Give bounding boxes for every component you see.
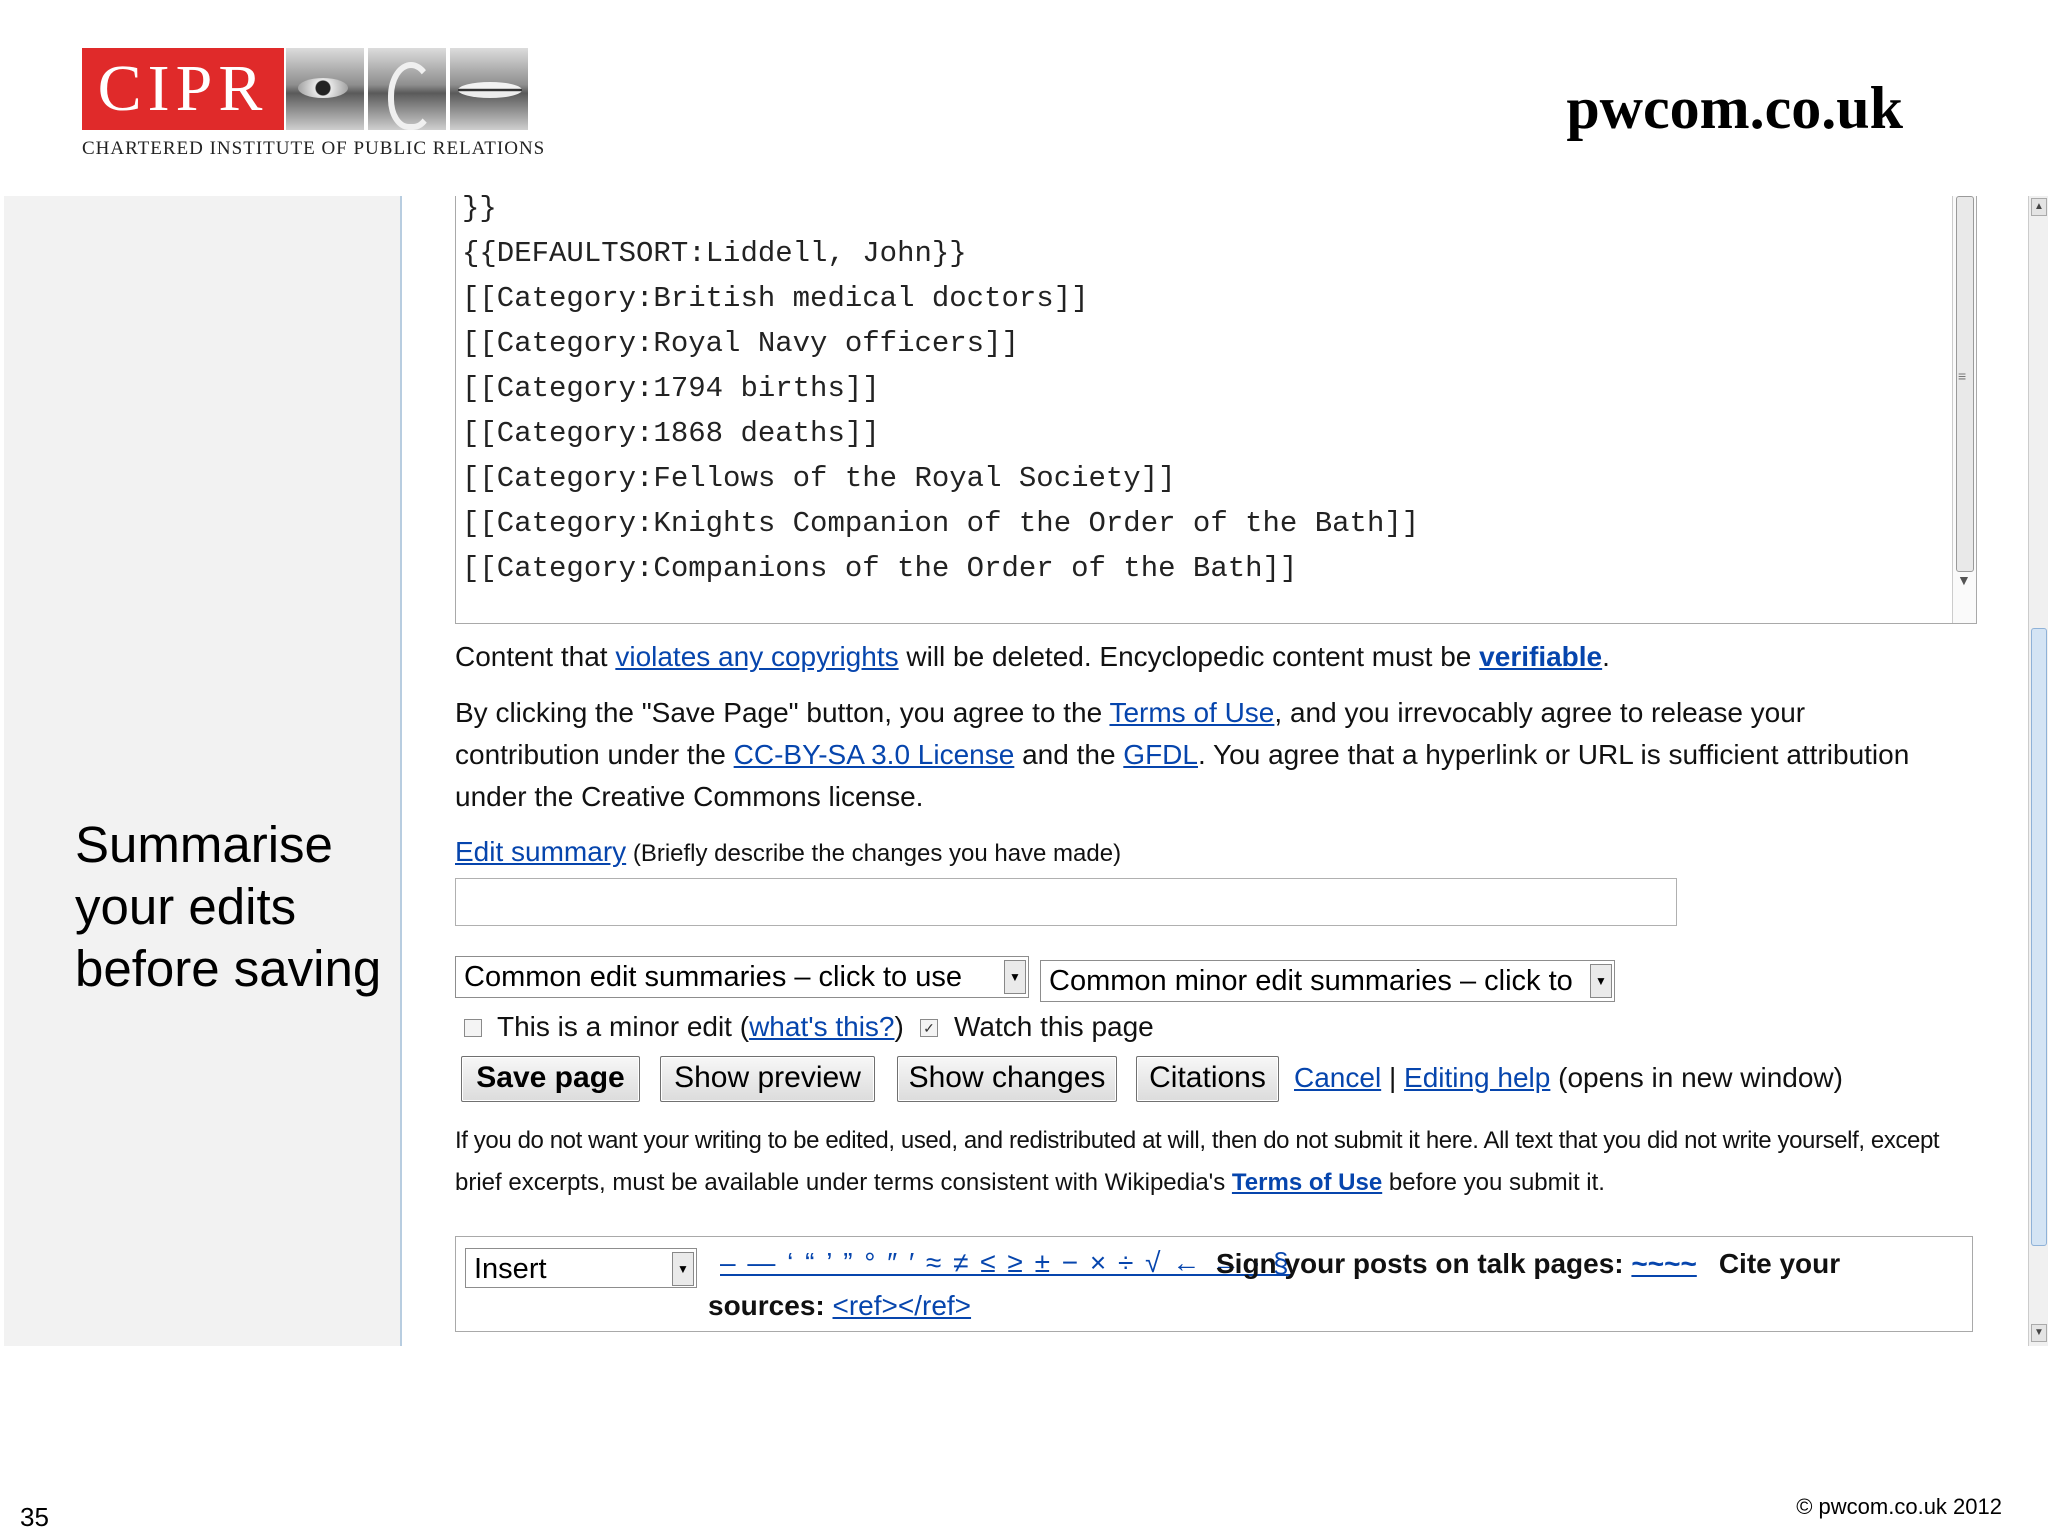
notice-text: contribution under the xyxy=(455,739,734,770)
cite-label-text: sources: xyxy=(708,1290,825,1321)
cancel-link[interactable]: Cancel xyxy=(1294,1062,1381,1093)
wikitext-editor[interactable]: }} {{DEFAULTSORT:Liddell, John}} [[Categor… xyxy=(455,192,1977,624)
grip-icon: ≡ xyxy=(1958,368,1967,384)
edit-summary-hint: (Briefly describe the changes you have m… xyxy=(626,840,1122,867)
editor-line: [[Category:Fellows of the Royal Society]… xyxy=(462,462,1176,495)
scroll-down-icon[interactable]: ▼ xyxy=(1957,572,1971,588)
show-preview-button[interactable]: Show preview xyxy=(660,1056,875,1102)
save-page-button[interactable]: Save page xyxy=(461,1056,640,1102)
minor-edit-label: This is a minor edit (what's this?) xyxy=(497,1011,904,1043)
copyright-footer: © pwcom.co.uk 2012 xyxy=(1796,1494,2002,1519)
gfdl-link[interactable]: GFDL xyxy=(1123,739,1198,770)
edit-summary-input[interactable] xyxy=(455,878,1677,926)
insert-select[interactable]: Insert ▼ xyxy=(465,1248,697,1288)
editing-help-link[interactable]: Editing help xyxy=(1404,1062,1550,1093)
minor-summaries-select[interactable]: Common minor edit summaries – click to ▼ xyxy=(1040,960,1615,1002)
editor-line: [[Category:Knights Companion of the Orde… xyxy=(462,507,1420,540)
notice-text: , and you irrevocably agree to release y… xyxy=(1274,697,1806,728)
cipr-logo-text: CIPR xyxy=(82,48,284,130)
minor-edit-checkbox[interactable] xyxy=(464,1019,482,1037)
disclaimer-line2: brief excerpts, must be available under … xyxy=(455,1169,1605,1197)
notice-text: will be deleted. Encyclopedic content mu… xyxy=(898,641,1480,672)
logo-subtitle: CHARTERED INSTITUTE OF PUBLIC RELATIONS xyxy=(82,138,546,159)
minor-summaries-value: Common minor edit summaries – click to xyxy=(1049,965,1573,997)
watch-page-label: Watch this page xyxy=(954,1011,1154,1042)
ear-image xyxy=(368,48,446,130)
disclaimer-text: brief excerpts, must be available under … xyxy=(455,1169,1232,1196)
terms-of-use-link[interactable]: Terms of Use xyxy=(1232,1169,1382,1196)
license-notice-line3: under the Creative Commons license. xyxy=(455,781,924,812)
help-note: (opens in new window) xyxy=(1550,1062,1843,1093)
scroll-thumb[interactable] xyxy=(2031,628,2047,1246)
copyrights-link[interactable]: violates any copyrights xyxy=(615,641,898,672)
editor-line: [[Category:British medical doctors]] xyxy=(462,282,1089,315)
eye-image xyxy=(286,48,364,130)
logo-images xyxy=(286,48,528,130)
common-summaries-value: Common edit summaries – click to use xyxy=(464,961,962,993)
editor-scroll-thumb[interactable] xyxy=(1956,196,1974,572)
license-notice-line2: contribution under the CC-BY-SA 3.0 Lice… xyxy=(455,739,1909,771)
editor-content[interactable]: }} {{DEFAULTSORT:Liddell, John}} [[Categor… xyxy=(462,186,1419,591)
special-characters[interactable]: – — ‘ “ ’ ” ° ″ ′ ≈ ≠ ≤ ≥ ± − × ÷ √ ← → … xyxy=(720,1247,1291,1279)
sign-label-text: Sign your posts on talk pages: xyxy=(1216,1248,1624,1279)
insert-select-value: Insert xyxy=(474,1253,547,1285)
cite-sources-line: sources: <ref></ref> xyxy=(708,1290,971,1322)
chevron-down-icon[interactable]: ▼ xyxy=(672,1252,694,1286)
editor-scrollbar[interactable]: ≡ ▼ xyxy=(1952,196,1976,623)
notice-text: Content that xyxy=(455,641,616,672)
common-summaries-select[interactable]: Common edit summaries – click to use ▼ xyxy=(455,956,1029,998)
edit-summary-label: Edit summary (Briefly describe the chang… xyxy=(455,836,1121,868)
edit-links: Cancel | Editing help (opens in new wind… xyxy=(1294,1062,1843,1094)
editor-line: [[Category:1868 deaths]] xyxy=(462,417,880,450)
ref-tag-link[interactable]: <ref></ref> xyxy=(833,1290,972,1321)
notice-text: and the xyxy=(1014,739,1124,770)
terms-of-use-link[interactable]: Terms of Use xyxy=(1109,697,1274,728)
signature-link[interactable]: ~~~~ xyxy=(1631,1248,1696,1279)
scroll-up-icon[interactable]: ▲ xyxy=(2031,198,2047,216)
slide-caption: Summarise your edits before saving xyxy=(75,816,382,997)
notice-text: . You agree that a hyperlink or URL is s… xyxy=(1197,739,1910,770)
copyright-notice: Content that violates any copyrights wil… xyxy=(455,641,1610,673)
whats-this-link[interactable]: what's this? xyxy=(749,1011,894,1042)
separator: | xyxy=(1381,1062,1405,1093)
license-notice-line1: By clicking the "Save Page" button, you … xyxy=(455,697,1805,729)
slide-number: 35 xyxy=(20,1502,49,1532)
citations-button[interactable]: Citations xyxy=(1136,1056,1279,1102)
chevron-down-icon[interactable]: ▼ xyxy=(1590,964,1612,998)
editor-line: }} xyxy=(462,192,497,225)
show-changes-button[interactable]: Show changes xyxy=(897,1056,1117,1102)
minor-edit-text: ) xyxy=(894,1011,904,1042)
notice-text: . xyxy=(1602,641,1610,672)
verifiable-link[interactable]: verifiable xyxy=(1479,641,1602,672)
mouth-image xyxy=(450,48,528,130)
chevron-down-icon[interactable]: ▼ xyxy=(1004,960,1026,994)
caption-panel xyxy=(4,196,402,1346)
disclaimer-line1: If you do not want your writing to be ed… xyxy=(455,1127,1940,1154)
cipr-logo: CIPR CHARTERED INSTITUTE OF PUBLIC RELAT… xyxy=(82,48,546,162)
brand-name: pwcom.co.uk xyxy=(1566,75,1903,141)
disclaimer-text: before you submit it. xyxy=(1382,1169,1605,1196)
editor-line: [[Category:1794 births]] xyxy=(462,372,880,405)
scroll-down-icon[interactable]: ▼ xyxy=(2031,1324,2047,1342)
editor-line: [[Category:Companions of the Order of th… xyxy=(462,552,1298,585)
cite-label-text: Cite your xyxy=(1718,1248,1841,1279)
sign-posts-label: Sign your posts on talk pages: ~~~~ Cite … xyxy=(1216,1248,1840,1280)
watch-page-checkbox[interactable]: ✓ xyxy=(920,1019,938,1037)
page-scrollbar[interactable]: ▲ ▼ xyxy=(2028,196,2048,1346)
cc-by-sa-link[interactable]: CC-BY-SA 3.0 License xyxy=(734,739,1015,770)
editor-line: {{DEFAULTSORT:Liddell, John}} xyxy=(462,237,967,270)
editor-line: [[Category:Royal Navy officers]] xyxy=(462,327,1019,360)
minor-edit-text: This is a minor edit ( xyxy=(497,1011,750,1042)
edit-summary-link[interactable]: Edit summary xyxy=(455,836,626,867)
notice-text: By clicking the "Save Page" button, you … xyxy=(455,697,1110,728)
